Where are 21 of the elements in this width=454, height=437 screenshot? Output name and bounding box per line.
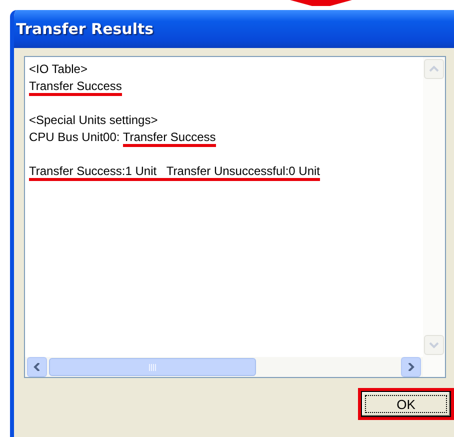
result-line: Transfer Success:1 Unit Transfer Unsuccessful:0 Unit: [29, 163, 419, 180]
arrow-annotation-icon: [290, 0, 352, 6]
horizontal-scrollbar[interactable]: [25, 357, 423, 377]
ok-button[interactable]: OK: [361, 391, 451, 417]
chevron-down-icon: [429, 341, 439, 349]
scroll-right-button[interactable]: [401, 357, 421, 377]
scroll-thumb[interactable]: [49, 358, 256, 376]
results-text-box[interactable]: <IO Table> Transfer Success <Special Units settings> CPU Bus Unit00: Transfer Success Transfer Success:1 Unit Transfer Unsuccessful:0 Unit: [24, 56, 446, 378]
chevron-up-icon: [429, 65, 439, 73]
grip-icon: [148, 364, 156, 370]
scroll-up-button[interactable]: [424, 59, 444, 79]
vertical-scrollbar[interactable]: [423, 57, 445, 357]
result-line: <Special Units settings>: [29, 112, 159, 129]
chevron-right-icon: [406, 363, 416, 371]
window-title: Transfer Results: [16, 20, 154, 38]
result-line: Transfer Success: [29, 78, 419, 95]
result-line: <IO Table>: [29, 61, 88, 78]
scrollbar-corner: [423, 357, 445, 377]
scroll-left-button[interactable]: [27, 357, 47, 377]
result-line: CPU Bus Unit00: Transfer Success: [29, 129, 419, 146]
chevron-left-icon: [32, 363, 42, 371]
